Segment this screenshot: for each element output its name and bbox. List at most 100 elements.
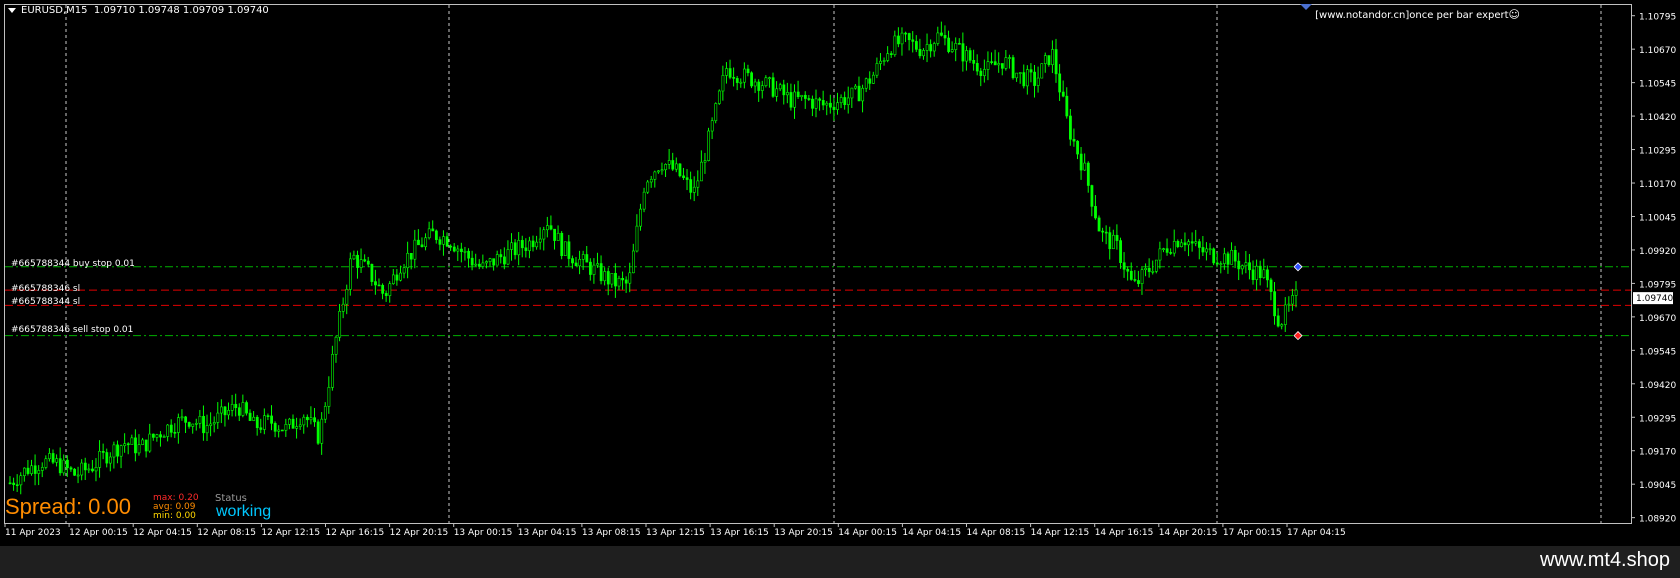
candle-body [331, 354, 334, 388]
candle-body [635, 225, 639, 252]
candle-body [1104, 231, 1108, 234]
candle-body [1011, 57, 1015, 79]
candle-body [725, 68, 728, 76]
candle-body [728, 68, 732, 78]
candle-body [807, 98, 811, 100]
candle-body [1072, 138, 1076, 142]
time-tick-label: 13 Apr 20:15 [774, 528, 833, 538]
candle-body [778, 84, 782, 90]
candle-body [388, 283, 392, 296]
candle-body [1090, 185, 1094, 207]
candle-body [796, 91, 800, 98]
candle-body [606, 271, 610, 285]
candle-body [829, 102, 832, 108]
candle-body [1058, 73, 1062, 93]
candle-body [707, 130, 711, 161]
candle-body [1154, 259, 1158, 272]
candle-body [1133, 279, 1137, 281]
time-tick-label: 13 Apr 08:15 [582, 528, 641, 538]
order-label-sl-344[interactable]: #665788344 sl [11, 297, 80, 307]
candle-body [1219, 263, 1223, 265]
candle-body [1244, 262, 1248, 267]
time-tick-label: 12 Apr 04:15 [133, 528, 192, 538]
candle-body [452, 246, 456, 252]
candle-body [846, 97, 850, 106]
candle-body [442, 236, 445, 245]
time-tick-label: 13 Apr 04:15 [518, 528, 577, 538]
time-tick-label: 14 Apr 08:15 [967, 528, 1026, 538]
candle-body [1240, 265, 1244, 270]
candle-body [166, 424, 170, 437]
candle-body [753, 81, 757, 87]
candle-body [313, 417, 316, 423]
candle-body [223, 406, 227, 416]
candle-body [12, 482, 16, 485]
spread-value: Spread: 0.00 [5, 494, 131, 519]
candle-body [889, 53, 893, 55]
order-label-sl-346[interactable]: #665788346 sl [11, 284, 80, 294]
candle-body [191, 423, 195, 427]
candle-body [1169, 252, 1173, 254]
candle-body [492, 258, 496, 266]
candle-body [825, 102, 829, 106]
candle-body [843, 97, 847, 106]
candle-body [1172, 240, 1176, 254]
time-tick-label: 12 Apr 08:15 [197, 528, 256, 538]
dropdown-triangle-icon[interactable] [8, 7, 16, 13]
candle-body [1097, 217, 1101, 232]
candle-body [241, 402, 245, 416]
symbol-header[interactable]: EURUSD,M15 1.09710 1.09748 1.09709 1.097… [8, 5, 269, 16]
candle-body [44, 458, 48, 468]
candle-body [585, 254, 589, 263]
candle-body [800, 94, 804, 98]
candle-body [907, 33, 911, 41]
candle-body [879, 60, 882, 64]
candle-body [1029, 69, 1033, 73]
candle-body [692, 186, 696, 193]
candle-body [98, 450, 102, 468]
candle-body [506, 249, 510, 265]
order-label-buy-stop[interactable]: #665788344 buy stop 0.01 [11, 259, 135, 269]
candle-body [1061, 91, 1065, 97]
candle-body [689, 179, 693, 193]
chart-canvas[interactable]: 1.10795 1.10670 1.10545 1.10420 1.10295 1.101… [0, 0, 1680, 578]
candle-body [1230, 249, 1234, 265]
candle-body [209, 423, 213, 426]
candle-body [323, 406, 327, 420]
candle-body [126, 443, 130, 446]
candle-body [130, 437, 134, 445]
candle-body [220, 406, 223, 414]
current-price-text: 1.09740 [1636, 294, 1673, 304]
price-tick-label: 1.10170 [1639, 180, 1676, 190]
candle-body [55, 458, 59, 463]
candle-body [109, 456, 112, 464]
candle-body [1140, 269, 1144, 284]
candle-body [288, 418, 291, 425]
candle-body [255, 416, 259, 429]
price-tick-label: 1.10420 [1639, 113, 1676, 123]
expert-label[interactable]: [www.notandor.cn]once per bar expert☺ [1315, 8, 1520, 21]
candle-body [897, 35, 900, 45]
candle-body [710, 120, 714, 132]
candle-body [968, 50, 972, 61]
candle-body [66, 459, 69, 469]
price-tick-label: 1.09545 [1639, 347, 1676, 357]
candle-body [1015, 72, 1019, 79]
candle-body [277, 429, 281, 432]
candle-body [1144, 267, 1148, 271]
candle-body [356, 254, 359, 268]
candle-body [306, 416, 309, 421]
candle-body [603, 271, 607, 282]
candle-body [370, 263, 374, 282]
candle-body [872, 74, 875, 84]
candle-body [1190, 241, 1194, 244]
candle-body [173, 432, 177, 434]
candle-body [438, 239, 442, 245]
candle-body [1215, 262, 1219, 265]
candle-body [26, 467, 30, 474]
candle-body [248, 412, 252, 421]
candle-body [1162, 248, 1165, 250]
candle-body [1205, 248, 1208, 253]
order-label-sell-stop[interactable]: #665788346 sell stop 0.01 [11, 325, 133, 335]
candle-body [101, 450, 105, 453]
